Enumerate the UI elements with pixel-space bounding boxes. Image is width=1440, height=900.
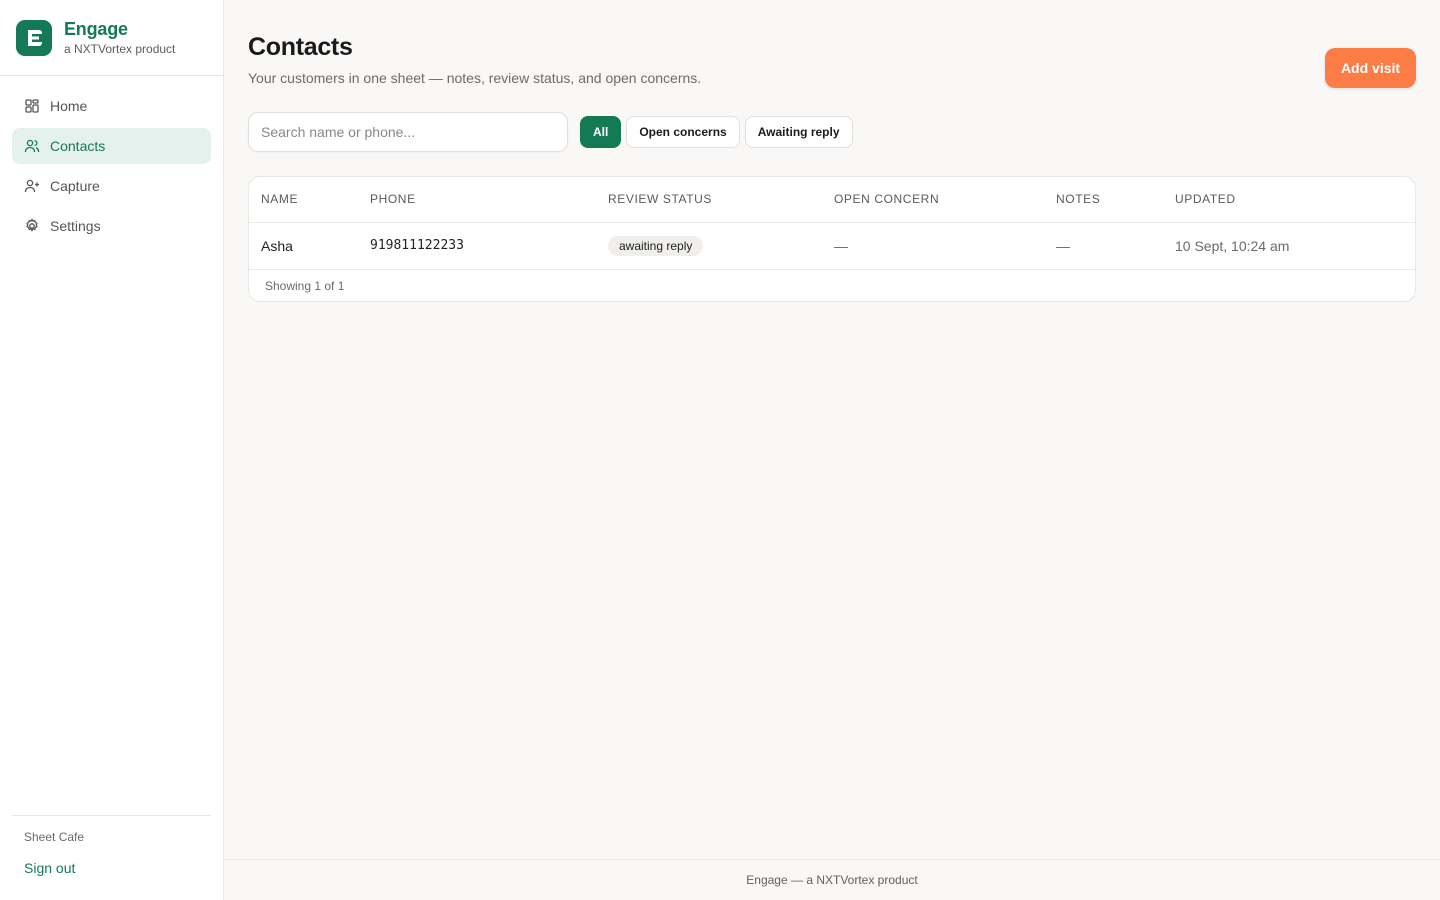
sidebar-item-label: Contacts [50, 138, 106, 154]
row-count: Showing 1 of 1 [265, 278, 345, 293]
main-content: Contacts Your customers in one sheet — n… [224, 0, 1440, 900]
contacts-table: NAME PHONE REVIEW STATUS OPEN CONCERN NO… [248, 176, 1416, 302]
brand: Engage a NXTVortex product [0, 0, 223, 76]
user-plus-icon [24, 178, 40, 194]
users-icon [24, 138, 40, 154]
status-badge: awaiting reply [608, 235, 704, 256]
cell-updated: 10 Sept, 10:24 am [1163, 222, 1415, 270]
cell-name: Asha [249, 222, 358, 270]
engage-logo-icon [16, 19, 52, 56]
sidebar-nav: Home Contacts Capture Settings [0, 76, 223, 244]
sidebar: Engage a NXTVortex product Home Contacts [0, 0, 224, 900]
filter-awaiting-reply[interactable]: Awaiting reply [744, 116, 853, 148]
page-subtitle: Your customers in one sheet — notes, rev… [248, 70, 702, 86]
column-header-name[interactable]: NAME [249, 177, 358, 223]
filter-open-concerns[interactable]: Open concerns [626, 116, 740, 148]
sidebar-item-settings[interactable]: Settings [12, 208, 211, 244]
brand-name: Engage [64, 19, 128, 39]
column-header-notes[interactable]: NOTES [1044, 177, 1163, 223]
filter-chips: All Open concerns Awaiting reply [580, 116, 853, 148]
sidebar-footer: Sheet Cafe Sign out [12, 815, 211, 878]
gear-icon [24, 218, 40, 234]
sign-out-link[interactable]: Sign out [24, 860, 75, 876]
sidebar-item-capture[interactable]: Capture [12, 168, 211, 204]
column-header-review-status[interactable]: REVIEW STATUS [596, 177, 822, 223]
sidebar-item-home[interactable]: Home [12, 88, 211, 124]
add-visit-button[interactable]: Add visit [1325, 48, 1416, 88]
cell-phone: 919811122233 [358, 222, 596, 270]
table-header-row: NAME PHONE REVIEW STATUS OPEN CONCERN NO… [249, 177, 1415, 223]
grid-icon [24, 98, 40, 114]
table-row[interactable]: Asha 919811122233 awaiting reply — — 10 … [249, 222, 1415, 270]
search-input[interactable] [248, 112, 568, 152]
cell-open-concern: — [822, 222, 1044, 270]
sidebar-item-contacts[interactable]: Contacts [12, 128, 211, 164]
page-title: Contacts [248, 33, 353, 61]
column-header-updated[interactable]: UPDATED [1163, 177, 1415, 223]
column-header-open-concern[interactable]: OPEN CONCERN [822, 177, 1044, 223]
filter-all[interactable]: All [580, 116, 622, 148]
column-header-phone[interactable]: PHONE [358, 177, 596, 223]
sidebar-item-label: Home [50, 98, 88, 114]
cell-notes: — [1044, 222, 1163, 270]
brand-tagline: a NXTVortex product [64, 42, 176, 56]
sidebar-item-label: Capture [50, 178, 100, 194]
sidebar-item-label: Settings [50, 218, 101, 234]
org-name: Sheet Cafe [24, 830, 85, 844]
cell-review-status: awaiting reply [596, 222, 822, 270]
page-footer: Engage — a NXTVortex product [224, 859, 1440, 900]
